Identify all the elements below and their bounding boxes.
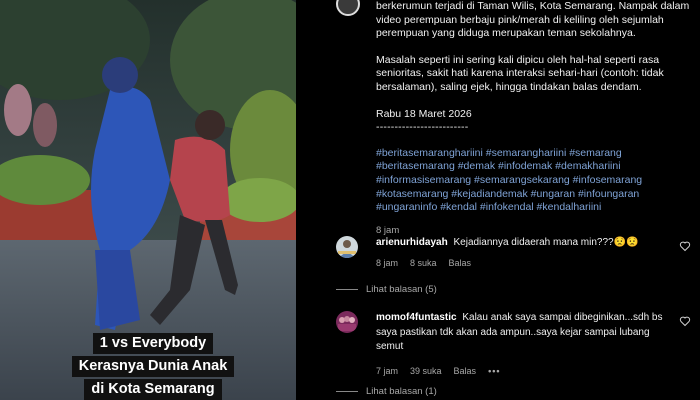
reply-button[interactable]: Balas bbox=[449, 256, 472, 271]
view-replies-button[interactable]: Lihat balasan (5) bbox=[336, 284, 437, 295]
replies-line bbox=[336, 289, 358, 290]
more-options-icon[interactable]: ••• bbox=[488, 364, 500, 379]
caption-divider: ------------------------- bbox=[376, 121, 469, 134]
caption-paragraph-1: berkerumun terjadi di Taman Wilis, Kota … bbox=[376, 0, 690, 40]
post-date: Rabu 18 Maret 2026 bbox=[376, 107, 472, 120]
comment-time: 8 jam bbox=[376, 257, 399, 268]
view-replies-label: Lihat balasan (5) bbox=[366, 284, 437, 295]
hashtag-list[interactable]: #beritasemaranghariini #semaranghariini … bbox=[376, 147, 691, 215]
caption-line-3: di Kota Semarang bbox=[84, 379, 222, 400]
view-replies-label: Lihat balasan (1) bbox=[366, 386, 437, 397]
caption-paragraph-2: Masalah seperti ini sering kali dipicu o… bbox=[376, 53, 664, 93]
heart-icon[interactable] bbox=[679, 315, 691, 327]
video-player[interactable]: 1 vs Everybody Kerasnya Dunia Anak di Ko… bbox=[0, 0, 296, 400]
replies-line bbox=[336, 391, 358, 392]
commenter-avatar[interactable] bbox=[336, 311, 358, 333]
reply-button[interactable]: Balas bbox=[454, 364, 477, 379]
caption-line-1: 1 vs Everybody bbox=[92, 333, 214, 354]
author-avatar[interactable] bbox=[336, 0, 360, 16]
view-replies-button[interactable]: Lihat balasan (1) bbox=[336, 386, 437, 397]
comment-likes[interactable]: 8 suka bbox=[410, 256, 437, 271]
comment-username[interactable]: arienurhidayah bbox=[376, 237, 448, 248]
commenter-avatar[interactable] bbox=[336, 236, 358, 258]
heart-icon[interactable] bbox=[679, 240, 691, 252]
post-caption: berkerumun terjadi di Taman Wilis, Kota … bbox=[376, 0, 691, 237]
video-caption: 1 vs Everybody Kerasnya Dunia Anak di Ko… bbox=[64, 333, 242, 400]
comment-text: Kejadiannya didaerah mana min???😟😟 bbox=[453, 237, 639, 248]
comment-username[interactable]: momof4funtastic bbox=[376, 312, 457, 323]
caption-line-2: Kerasnya Dunia Anak bbox=[71, 356, 235, 377]
comments-panel[interactable]: berkerumun terjadi di Taman Wilis, Kota … bbox=[296, 0, 700, 400]
comment-likes[interactable]: 39 suka bbox=[410, 364, 442, 379]
comment-time: 7 jam bbox=[376, 365, 399, 376]
